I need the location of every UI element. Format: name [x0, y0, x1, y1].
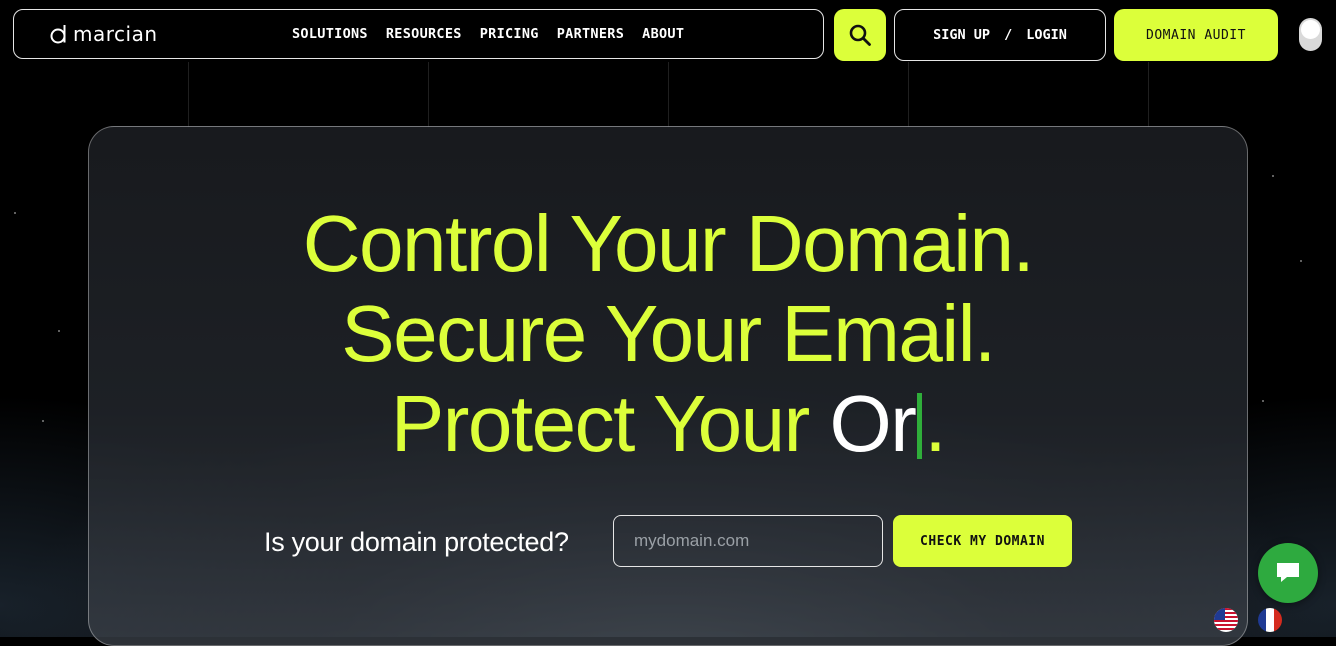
- fr-flag-icon[interactable]: [1258, 608, 1282, 632]
- hero-headline: Control Your Domain. Secure Your Email. …: [89, 199, 1247, 469]
- star: [58, 330, 60, 332]
- fr-flag-graphic: [1258, 608, 1282, 632]
- grid-line: [1148, 62, 1149, 128]
- star: [42, 420, 44, 422]
- typed-text: Or: [829, 379, 916, 468]
- login-link[interactable]: LOGIN: [1026, 27, 1067, 43]
- headline-line-3-suffix: .: [924, 379, 946, 468]
- auth-box: SIGN UP / LOGIN: [894, 9, 1106, 61]
- hero-card: Control Your Domain. Secure Your Email. …: [88, 126, 1248, 646]
- toggle-knob: [1301, 20, 1320, 39]
- search-button[interactable]: [834, 9, 886, 61]
- domain-input[interactable]: [613, 515, 883, 567]
- main-nav: marcian SOLUTIONS RESOURCES PRICING PART…: [13, 9, 824, 59]
- nav-item-partners[interactable]: PARTNERS: [557, 26, 624, 42]
- nav-links: SOLUTIONS RESOURCES PRICING PARTNERS ABO…: [292, 10, 684, 58]
- star: [1262, 400, 1264, 402]
- grid-line: [668, 62, 669, 128]
- logo-text: marcian: [73, 22, 158, 46]
- domain-audit-button[interactable]: DOMAIN AUDIT: [1114, 9, 1278, 61]
- headline-line-3: Protect Your Or.: [89, 379, 1247, 469]
- star: [1300, 260, 1302, 262]
- nav-item-pricing[interactable]: PRICING: [480, 26, 539, 42]
- typing-caret: [917, 393, 923, 459]
- headline-line-2: Secure Your Email.: [341, 289, 996, 378]
- grid-line: [188, 62, 189, 128]
- nav-item-solutions[interactable]: SOLUTIONS: [292, 26, 368, 42]
- auth-separator: /: [1004, 27, 1013, 43]
- search-icon: [849, 24, 871, 46]
- check-domain-button[interactable]: CHECK MY DOMAIN: [893, 515, 1072, 567]
- us-flag-icon[interactable]: [1214, 608, 1238, 632]
- star: [14, 212, 16, 214]
- domain-check-prompt: Is your domain protected?: [264, 527, 569, 557]
- nav-item-resources[interactable]: RESOURCES: [386, 26, 462, 42]
- us-flag-graphic: [1214, 608, 1238, 632]
- domain-check-form: Is your domain protected? CHECK MY DOMAI…: [89, 515, 1247, 567]
- theme-toggle[interactable]: [1299, 18, 1322, 51]
- star: [1272, 175, 1274, 177]
- chat-icon: [1277, 563, 1299, 582]
- signup-link[interactable]: SIGN UP: [933, 27, 990, 43]
- headline-line-3-prefix: Protect Your: [390, 379, 830, 468]
- headline-line-1: Control Your Domain.: [302, 199, 1035, 288]
- logo[interactable]: marcian: [50, 22, 158, 46]
- logo-icon: [50, 25, 66, 44]
- nav-item-about[interactable]: ABOUT: [642, 26, 684, 42]
- grid-line: [428, 62, 429, 128]
- grid-line: [908, 62, 909, 128]
- chat-button[interactable]: [1258, 543, 1318, 603]
